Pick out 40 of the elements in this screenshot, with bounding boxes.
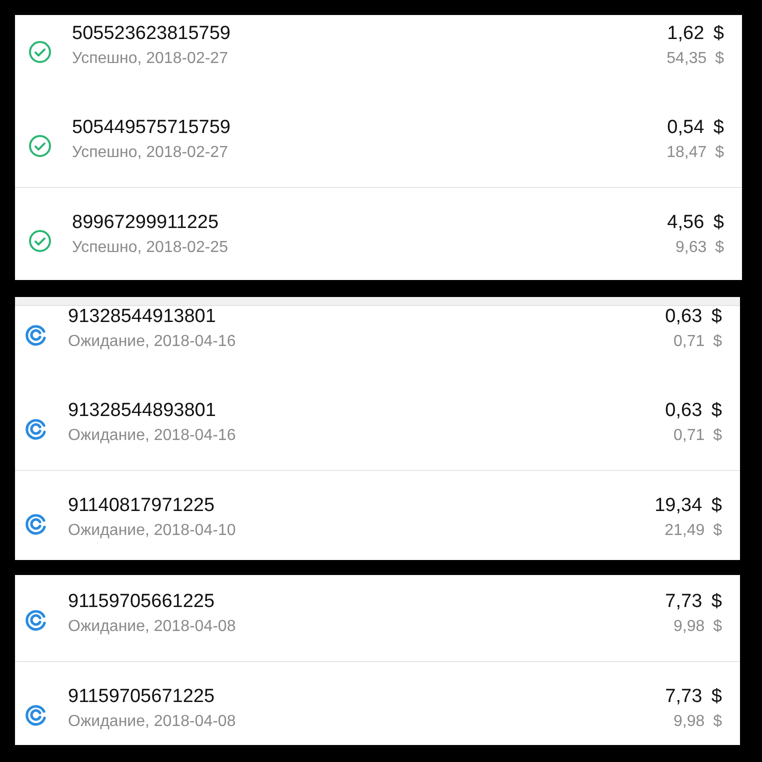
transaction-number: 91140817971225 [68, 494, 216, 518]
amount: 19,34 $ [654, 494, 722, 518]
sub-amount: 21,49 $ [664, 520, 722, 540]
transaction-number: 91159705661225 [68, 590, 216, 614]
sub-amount: 9,98 $ [674, 712, 722, 732]
transaction-number: 505523623815759 [72, 22, 232, 46]
check-circle-icon [28, 228, 52, 252]
status-date: Ожидание, 2018-04-16 [68, 332, 237, 352]
sub-amount: 0,71 $ [674, 332, 722, 352]
check-circle-icon [28, 134, 52, 158]
sub-amount: 0,71 $ [674, 426, 722, 446]
amount: 7,73 $ [665, 684, 722, 708]
status-date: Ожидание, 2018-04-08 [68, 712, 237, 732]
status-date: Ожидание, 2018-04-10 [68, 520, 237, 540]
sub-amount: 54,35 $ [666, 49, 724, 69]
amount: 4,56 $ [667, 210, 724, 234]
status-date: Ожидание, 2018-04-08 [68, 617, 237, 637]
amount: 0,63 $ [665, 306, 722, 329]
status-date: Успешно, 2018-02-25 [72, 238, 229, 258]
transaction-number: 91328544893801 [68, 399, 217, 423]
status-date: Ожидание, 2018-04-16 [68, 426, 237, 446]
status-date: Успешно, 2018-02-27 [72, 49, 229, 69]
sync-icon [24, 323, 48, 347]
transaction-number: 91328544913801 [68, 306, 217, 329]
transaction-number: 89967299911225 [72, 210, 220, 234]
transaction-number: 505449575715759 [72, 116, 232, 140]
sync-icon [24, 702, 48, 726]
sub-amount: 9,98 $ [674, 617, 722, 637]
sync-icon [24, 608, 48, 632]
sub-amount: 18,47 $ [666, 143, 724, 163]
transaction-number: 91159705671225 [68, 684, 216, 708]
check-circle-icon [28, 40, 52, 64]
amount: 0,63 $ [665, 399, 722, 423]
amount: 1,62 $ [667, 22, 724, 46]
amount: 7,73 $ [665, 590, 722, 614]
amount: 0,54 $ [667, 116, 724, 140]
sub-amount: 9,63 $ [676, 238, 724, 258]
sync-icon [24, 512, 48, 536]
status-date: Успешно, 2018-02-27 [72, 143, 229, 163]
sync-icon [24, 417, 48, 441]
